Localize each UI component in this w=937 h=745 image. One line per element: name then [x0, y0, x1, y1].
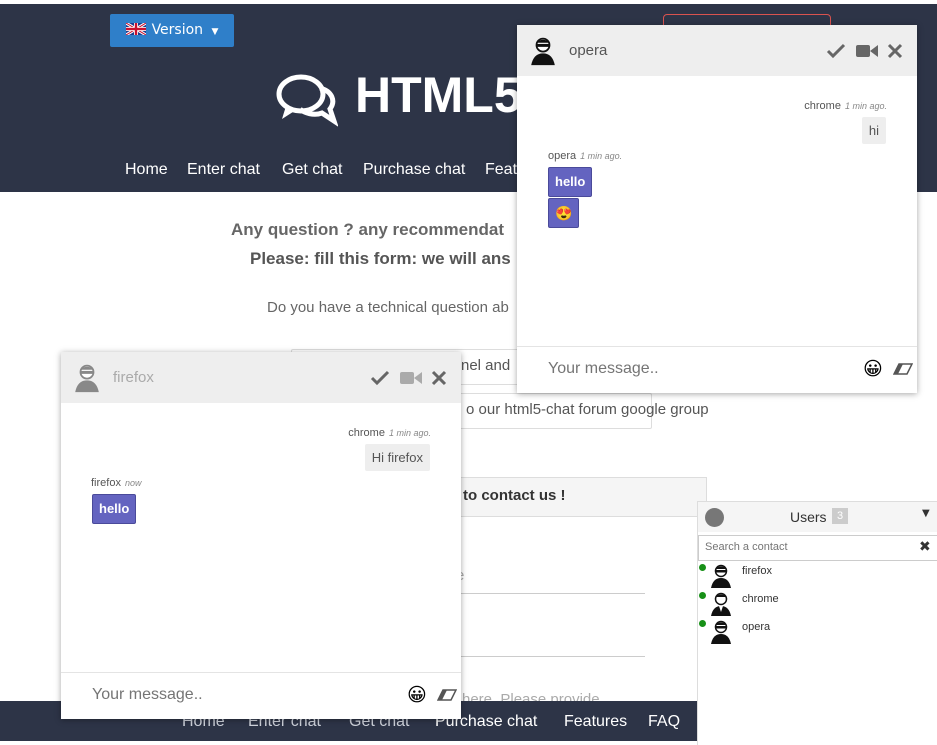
- contact-item-opera[interactable]: opera: [698, 619, 937, 647]
- clear-search-icon[interactable]: ✖: [919, 539, 931, 555]
- message-bubble-in: hi: [861, 117, 886, 144]
- contact-title: to contact us !: [463, 487, 566, 504]
- users-title: Users: [790, 509, 827, 525]
- nav-purchase-chat[interactable]: Purchase chat: [363, 161, 465, 179]
- user-avatar-icon: [711, 620, 731, 644]
- chat-bubbles-icon: [276, 74, 338, 127]
- question-text: Do you have a technical question ab: [267, 299, 509, 316]
- user-avatar-icon: [711, 592, 731, 616]
- message-bubble-out: hello: [92, 494, 137, 524]
- nav-enter-chat[interactable]: Enter chat: [187, 161, 260, 179]
- chat-username: firefox: [113, 369, 154, 386]
- chat-message-input[interactable]: [90, 685, 394, 705]
- form-field-underline: [450, 593, 645, 594]
- users-panel: Users 3 ▼ ✖ firefox chrome: [697, 501, 937, 745]
- message-meta: chrome 1 min ago.: [804, 100, 887, 112]
- chat-window-firefox: firefox chrome 1 min ago. Hi firefox fire…: [61, 352, 461, 719]
- message-bubble-emoji: 😍: [548, 198, 580, 228]
- message-bubble-in: Hi firefox: [364, 444, 430, 471]
- header-top-line: [0, 0, 937, 4]
- message-bubble-out: hello: [548, 167, 593, 197]
- online-status-icon: [699, 564, 706, 571]
- contact-name: chrome: [742, 593, 779, 605]
- search-contact-input[interactable]: [703, 540, 907, 554]
- contact-item-chrome[interactable]: chrome: [698, 591, 937, 619]
- uk-flag-icon: [125, 23, 146, 35]
- close-icon[interactable]: [887, 43, 903, 59]
- eraser-icon[interactable]: [437, 689, 457, 701]
- message-meta: firefox now: [91, 477, 142, 489]
- caret-down-icon: ▼: [211, 27, 219, 37]
- chat-username: opera: [569, 42, 608, 59]
- question-heading-1: Any question ? any recommendat: [231, 220, 504, 239]
- form-field-underline: [450, 656, 645, 657]
- nav-home[interactable]: Home: [125, 161, 168, 179]
- message-meta: opera 1 min ago.: [548, 150, 623, 162]
- emoji-icon[interactable]: 😀: [407, 684, 427, 706]
- chat-window-opera: opera chrome 1 min ago. hi opera 1 min ago…: [517, 25, 917, 393]
- version-label: Version: [151, 22, 204, 38]
- emoji-icon[interactable]: 😀: [863, 358, 883, 380]
- question-heading-2: Please: fill this form: we will ans: [250, 249, 511, 268]
- user-avatar-icon: [75, 364, 99, 393]
- users-panel-header[interactable]: Users 3 ▼: [698, 502, 937, 532]
- chat-input-bar: 😀: [61, 672, 461, 719]
- user-avatar-icon: [531, 37, 555, 66]
- nav-get-chat[interactable]: Get chat: [282, 161, 342, 179]
- contact-name: firefox: [742, 565, 772, 577]
- caret-down-icon[interactable]: ▼: [922, 508, 930, 519]
- online-status-icon: [699, 620, 706, 627]
- video-camera-icon[interactable]: [856, 43, 878, 59]
- site-title: HTML5: [355, 67, 522, 123]
- version-dropdown-button[interactable]: Version ▼: [110, 14, 234, 47]
- channel-link-text[interactable]: nel and: [461, 357, 510, 374]
- contact-item-firefox[interactable]: firefox: [698, 563, 937, 591]
- users-count-badge: 3: [832, 508, 848, 524]
- eraser-icon[interactable]: [893, 363, 913, 375]
- checkmark-icon[interactable]: [370, 370, 390, 386]
- checkmark-icon[interactable]: [826, 43, 846, 59]
- chat-input-bar: 😀: [517, 346, 917, 393]
- user-avatar-icon: [711, 564, 731, 588]
- footer-nav-features[interactable]: Features: [564, 713, 627, 731]
- online-status-icon: [699, 592, 706, 599]
- chat-window-header[interactable]: opera: [517, 25, 917, 76]
- contact-name: opera: [742, 621, 771, 633]
- forum-link-text[interactable]: o our html5-chat forum google group: [466, 401, 709, 418]
- my-avatar[interactable]: [705, 508, 724, 527]
- message-meta: chrome 1 min ago.: [348, 427, 431, 439]
- footer-nav-faq[interactable]: FAQ: [648, 713, 680, 731]
- search-contact-field[interactable]: ✖: [698, 535, 937, 561]
- close-icon[interactable]: [431, 370, 447, 386]
- chat-window-header[interactable]: firefox: [61, 352, 461, 403]
- video-camera-icon[interactable]: [400, 370, 422, 386]
- chat-message-input[interactable]: [546, 359, 850, 379]
